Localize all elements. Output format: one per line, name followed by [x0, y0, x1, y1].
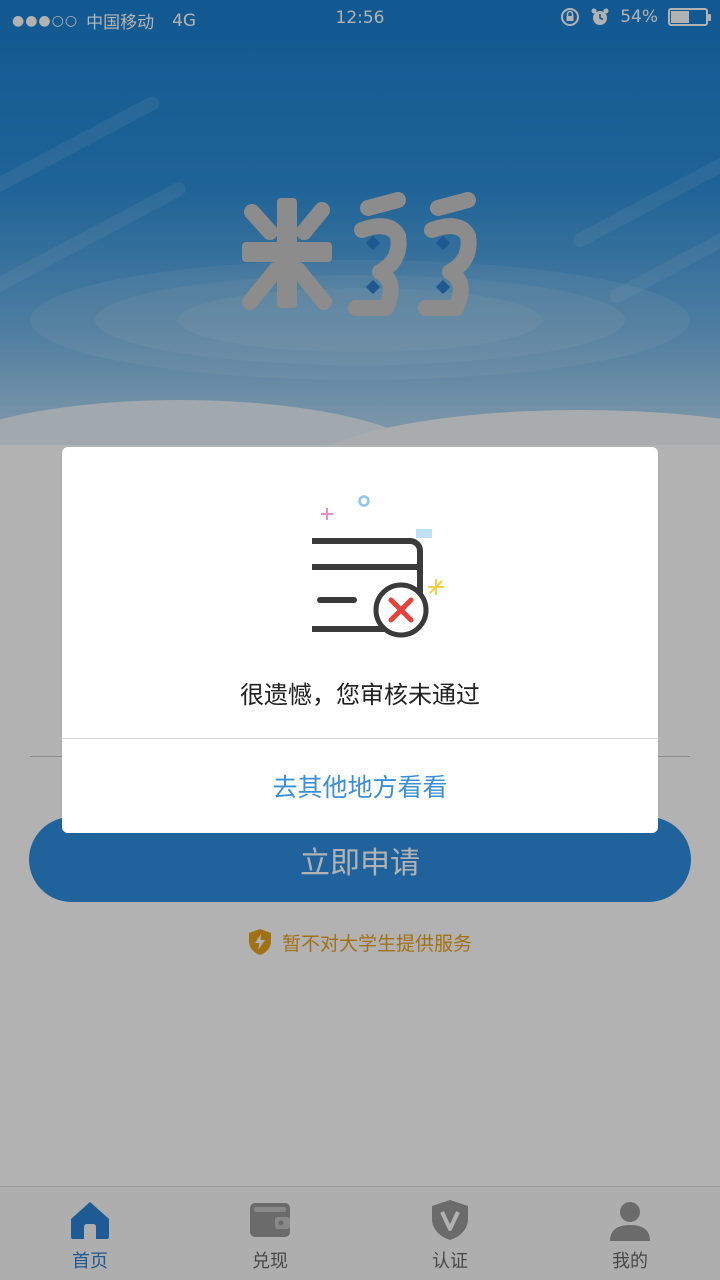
dialog-message: 很遗憾，您审核未通过 — [240, 681, 480, 709]
card-rejected-icon — [312, 495, 444, 638]
review-failed-dialog: 很遗憾，您审核未通过 去其他地方看看 — [62, 447, 658, 833]
look-elsewhere-button[interactable]: 去其他地方看看 — [62, 739, 658, 833]
